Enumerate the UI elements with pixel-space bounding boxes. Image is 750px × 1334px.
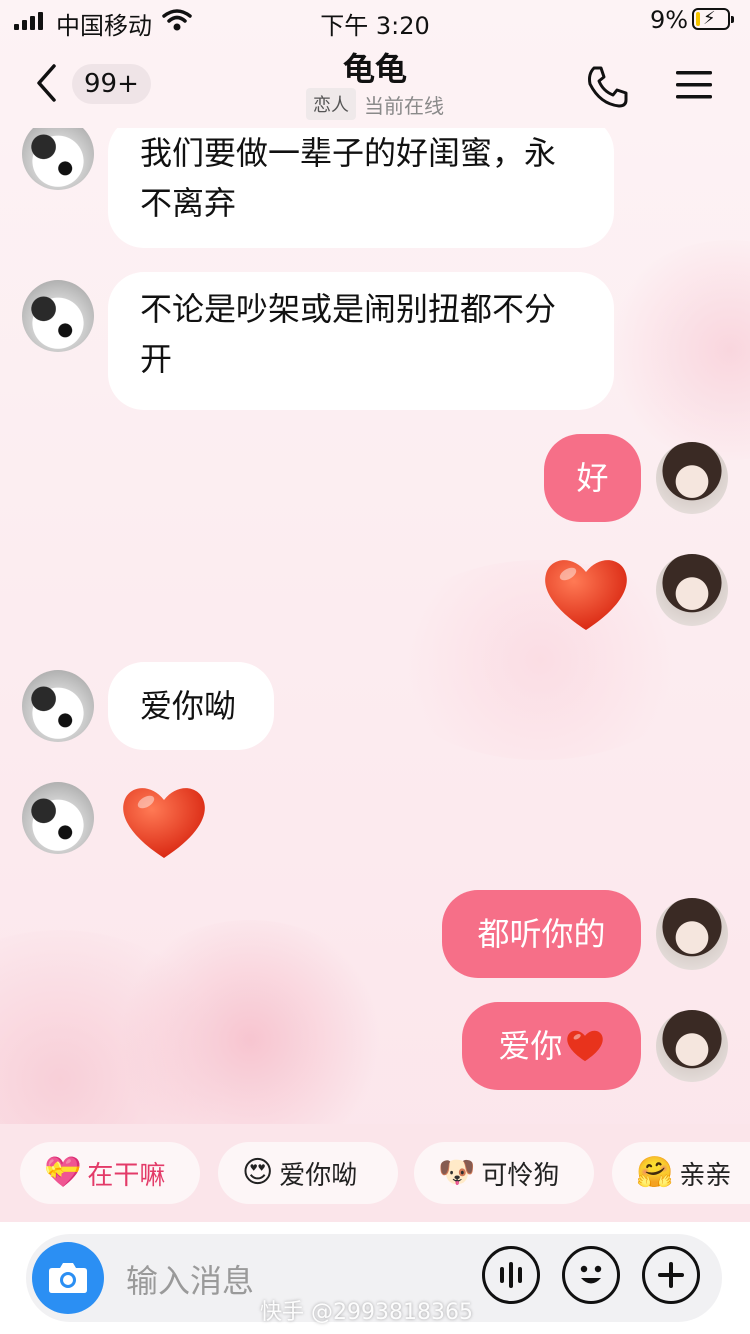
chat-title: 龟龟	[342, 50, 407, 88]
status-bar: 中国移动 下午 3:20 9% ⚡	[0, 0, 750, 40]
incoming-message[interactable]: 爱你呦	[108, 662, 274, 750]
voice-button[interactable]	[482, 1246, 540, 1304]
quick-reply-label: 亲亲	[679, 1160, 732, 1191]
quick-reply-chip[interactable]: 😍 爱你呦	[218, 1142, 398, 1204]
contact-avatar[interactable]	[22, 782, 94, 854]
my-avatar[interactable]	[656, 898, 728, 970]
quick-reply-label: 爱你呦	[279, 1160, 358, 1191]
puppy-icon: 🐶	[438, 1155, 476, 1190]
outgoing-message[interactable]: 爱你	[462, 1002, 641, 1090]
quick-reply-label: 在干嘛	[87, 1160, 166, 1191]
message-list[interactable]: 我们要做一辈子的好闺蜜，永不离弃 不论是吵架或是闹别扭都不分开 好 爱你呦 都听…	[0, 128, 750, 1124]
contact-avatar[interactable]	[22, 280, 94, 352]
message-text: 爱你	[498, 1027, 563, 1065]
more-button[interactable]	[642, 1246, 700, 1304]
my-avatar[interactable]	[656, 554, 728, 626]
camera-icon	[49, 1263, 87, 1293]
menu-icon[interactable]	[674, 68, 714, 102]
red-heart-icon	[566, 1030, 603, 1062]
quick-reply-chip[interactable]: 💝 在干嘛	[20, 1142, 200, 1204]
relation-tag: 恋人	[306, 88, 356, 120]
hug-icon: 🤗	[636, 1155, 674, 1190]
camera-button[interactable]	[32, 1242, 104, 1314]
quick-reply-chip[interactable]: 🤗 亲亲	[612, 1142, 750, 1204]
my-avatar[interactable]	[656, 1010, 728, 1082]
red-heart-icon[interactable]	[118, 780, 210, 862]
smiley-icon	[580, 1265, 602, 1284]
contact-status-row: 恋人 当前在线	[0, 88, 750, 120]
quick-reply-label: 可怜狗	[481, 1160, 560, 1191]
battery-icon: ⚡	[692, 8, 734, 30]
phone-icon[interactable]	[584, 64, 630, 110]
quick-reply-bar: 💝 在干嘛 😍 爱你呦 🐶 可怜狗 🤗 亲亲	[0, 1124, 750, 1222]
outgoing-message[interactable]: 好	[544, 434, 641, 522]
contact-avatar[interactable]	[22, 128, 94, 190]
my-avatar[interactable]	[656, 442, 728, 514]
online-status: 当前在线	[364, 93, 444, 118]
quick-reply-chip[interactable]: 🐶 可怜狗	[414, 1142, 594, 1204]
incoming-message[interactable]: 我们要做一辈子的好闺蜜，永不离弃	[108, 128, 614, 248]
heart-eyes-icon: 😍	[242, 1155, 274, 1190]
battery-percent: 9%	[650, 6, 689, 34]
chat-header: 99+ 龟龟 恋人 当前在线	[0, 40, 750, 128]
heart-gift-icon: 💝	[44, 1155, 82, 1190]
plus-icon	[658, 1262, 684, 1288]
watermark: 快手 @2993818365	[260, 1300, 473, 1325]
voice-wave-icon	[500, 1262, 522, 1288]
input-placeholder: 输入消息	[126, 1262, 255, 1300]
emoji-button[interactable]	[562, 1246, 620, 1304]
clock: 下午 3:20	[320, 12, 430, 40]
outgoing-message[interactable]: 都听你的	[442, 890, 641, 978]
contact-avatar[interactable]	[22, 670, 94, 742]
incoming-message[interactable]: 不论是吵架或是闹别扭都不分开	[108, 272, 614, 410]
red-heart-icon[interactable]	[540, 552, 632, 634]
